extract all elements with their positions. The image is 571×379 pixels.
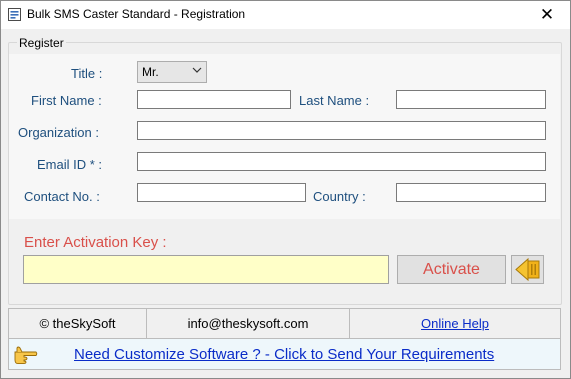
last-name-label: Last Name : xyxy=(299,93,370,108)
activation-key-field[interactable] xyxy=(23,255,389,284)
arrow-left-icon xyxy=(515,257,540,282)
window-title: Bulk SMS Caster Standard - Registration xyxy=(27,7,246,21)
last-name-field[interactable] xyxy=(396,90,546,109)
customize-banner: Need Customize Software ? - Click to Sen… xyxy=(8,338,561,370)
online-help-link[interactable]: Online Help xyxy=(421,316,489,331)
contact-field[interactable] xyxy=(137,183,306,202)
close-button[interactable]: ✕ xyxy=(524,1,570,29)
title-label: Title : xyxy=(71,66,103,81)
pointing-hand-icon xyxy=(14,346,38,365)
organization-field[interactable] xyxy=(137,121,546,140)
close-icon: ✕ xyxy=(539,5,555,24)
activate-button[interactable]: Activate xyxy=(397,255,506,284)
title-select-value: Mr. xyxy=(142,65,159,79)
copyright-text: © theSkySoft xyxy=(39,316,116,331)
title-bar: Bulk SMS Caster Standard - Registration … xyxy=(1,1,570,29)
chevron-down-icon xyxy=(192,67,202,73)
contact-label: Contact No. : xyxy=(24,189,100,204)
first-name-label: First Name : xyxy=(31,93,102,108)
register-legend: Register xyxy=(17,36,66,50)
country-label: Country : xyxy=(313,189,366,204)
support-email: info@theskysoft.com xyxy=(187,316,309,331)
email-label: Email ID * : xyxy=(37,157,103,172)
app-icon xyxy=(8,8,21,21)
footer-bar: © theSkySoft info@theskysoft.com Online … xyxy=(8,308,561,339)
customize-software-link[interactable]: Need Customize Software ? - Click to Sen… xyxy=(74,346,494,363)
organization-label: Organization : xyxy=(18,125,99,140)
activation-key-label: Enter Activation Key : xyxy=(24,234,167,251)
back-button[interactable] xyxy=(511,255,544,284)
country-field[interactable] xyxy=(396,183,546,202)
first-name-field[interactable] xyxy=(137,90,291,109)
title-select[interactable]: Mr. xyxy=(137,61,207,83)
email-field[interactable] xyxy=(137,152,546,171)
